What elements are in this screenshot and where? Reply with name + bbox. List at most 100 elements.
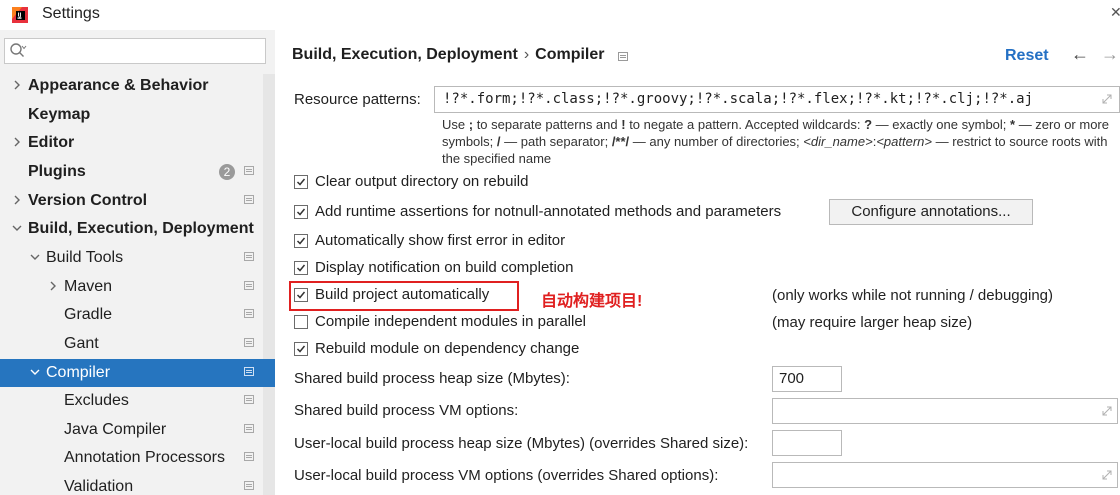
project-scope-icon [244,452,254,461]
sidebar-item-java-compiler[interactable]: Java Compiler [0,416,275,444]
project-scope-icon [244,424,254,433]
close-icon[interactable]: ✕ [1110,4,1120,21]
build-automatically-checkbox[interactable] [294,288,308,302]
chevron-down-icon[interactable] [10,221,24,235]
sidebar-item-gant[interactable]: Gant [0,330,275,358]
forward-arrow-icon[interactable]: → [1101,44,1119,65]
compiler-settings-panel: Build, Execution, Deployment › Compiler Re… [276,30,1120,495]
update-count-badge: 2 [219,164,235,180]
show-first-error-checkbox[interactable] [294,234,308,248]
local-vm-input[interactable] [772,462,1118,488]
back-arrow-icon[interactable]: ← [1071,44,1089,65]
sidebar-item-label: Appearance & Behavior [28,77,209,94]
compile-parallel-note: (may require larger heap size) [772,314,973,331]
intellij-logo-icon: IJ [12,7,28,23]
resource-patterns-help: Use ; to separate patterns and ! to nega… [442,117,1109,166]
check-icon [296,178,306,186]
project-scope-icon [244,166,254,175]
reset-link[interactable]: Reset [1005,47,1049,65]
show-first-error-label: Automatically show first error in editor [315,232,566,249]
clear-output-label: Clear output directory on rebuild [315,173,529,190]
check-icon [296,264,306,272]
sidebar-item-label: Gant [64,335,99,352]
sidebar-item-label: Keymap [28,106,91,123]
sidebar-item-build-tools[interactable]: Build Tools [0,244,275,272]
sidebar-item-label: Java Compiler [64,421,167,438]
display-notification-checkbox[interactable] [294,261,308,275]
project-scope-icon [244,195,254,204]
breadcrumb-parent[interactable]: Build, Execution, Deployment [292,46,518,63]
compile-parallel-label: Compile independent modules in parallel [315,313,587,330]
svg-text:IJ: IJ [18,12,22,18]
breadcrumb-separator: › [523,46,530,63]
local-heap-input[interactable] [772,430,842,456]
expand-field-icon[interactable] [1101,405,1113,417]
check-icon [296,208,306,216]
settings-sidebar: Appearance & Behavior Keymap Editor Plugins… [0,30,275,495]
project-scope-icon [244,338,254,347]
chevron-right-icon[interactable] [10,78,24,92]
project-scope-icon [244,281,254,290]
chevron-down-icon[interactable] [28,250,42,264]
local-vm-label: User-local build process VM options (ove… [294,467,719,484]
sidebar-item-build-execution-deployment[interactable]: Build, Execution, Deployment [0,215,275,243]
sidebar-item-validation[interactable]: Validation [0,473,275,495]
chevron-right-icon[interactable] [10,135,24,149]
sidebar-item-plugins[interactable]: Plugins 2 [0,158,275,186]
project-scope-icon [244,395,254,404]
title-bar: IJ Settings ✕ [0,0,1120,30]
vm-options-input[interactable] [772,398,1118,424]
check-icon [296,345,306,353]
chevron-down-icon[interactable] [28,365,42,379]
configure-annotations-button[interactable]: Configure annotations... [829,199,1033,225]
heap-size-input[interactable]: 700 [772,366,842,392]
breadcrumb: Build, Execution, Deployment › Compiler [292,46,604,64]
resource-patterns-label: Resource patterns: [294,91,421,108]
sidebar-item-version-control[interactable]: Version Control [0,187,275,215]
clear-output-checkbox[interactable] [294,175,308,189]
expand-field-icon[interactable] [1101,93,1113,105]
search-input[interactable] [4,38,266,64]
sidebar-item-annotation-processors[interactable]: Annotation Processors [0,444,275,472]
add-assertions-checkbox[interactable] [294,205,308,219]
build-automatically-note: (only works while not running / debuggin… [772,287,1053,304]
sidebar-item-editor[interactable]: Editor [0,129,275,157]
project-scope-icon [618,52,628,61]
sidebar-item-maven[interactable]: Maven [0,273,275,301]
expand-field-icon[interactable] [1101,469,1113,481]
resource-patterns-field[interactable]: !?*.form;!?*.class;!?*.groovy;!?*.scala;… [434,86,1120,113]
window-title: Settings [42,5,100,22]
sidebar-item-label: Build Tools [46,249,124,266]
build-automatically-label: Build project automatically [315,286,490,303]
breadcrumb-current: Compiler [535,46,605,63]
compile-parallel-checkbox[interactable] [294,315,308,329]
sidebar-item-keymap[interactable]: Keymap [0,101,275,129]
chevron-right-icon[interactable] [10,193,24,207]
add-assertions-label: Add runtime assertions for notnull-annot… [315,203,782,220]
project-scope-icon [244,309,254,318]
search-icon [10,43,27,57]
sidebar-item-label: Compiler [46,364,111,381]
sidebar-item-label: Build, Execution, Deployment [28,220,254,237]
sidebar-item-appearance-behavior[interactable]: Appearance & Behavior [0,72,275,100]
sidebar-item-label: Version Control [28,192,148,209]
rebuild-module-checkbox[interactable] [294,342,308,356]
build-automatically-annotation: 自动构建项目! [541,293,643,310]
heap-size-label: Shared build process heap size (Mbytes): [294,370,570,387]
vm-options-label: Shared build process VM options: [294,402,519,419]
chevron-right-icon[interactable] [46,279,60,293]
sidebar-item-compiler[interactable]: Compiler [0,359,275,387]
sidebar-item-label: Annotation Processors [64,449,225,466]
display-notification-label: Display notification on build completion [315,259,574,276]
sidebar-item-gradle[interactable]: Gradle [0,301,275,329]
check-icon [296,237,306,245]
sidebar-item-label: Maven [64,278,113,295]
check-icon [296,291,306,299]
project-scope-icon [244,252,254,261]
sidebar-item-label: Excludes [64,392,129,409]
sidebar-item-excludes[interactable]: Excludes [0,387,275,415]
local-heap-label: User-local build process heap size (Mbyt… [294,435,749,452]
sidebar-item-label: Gradle [64,306,113,323]
sidebar-item-label: Editor [28,134,75,151]
rebuild-module-label: Rebuild module on dependency change [315,340,580,357]
